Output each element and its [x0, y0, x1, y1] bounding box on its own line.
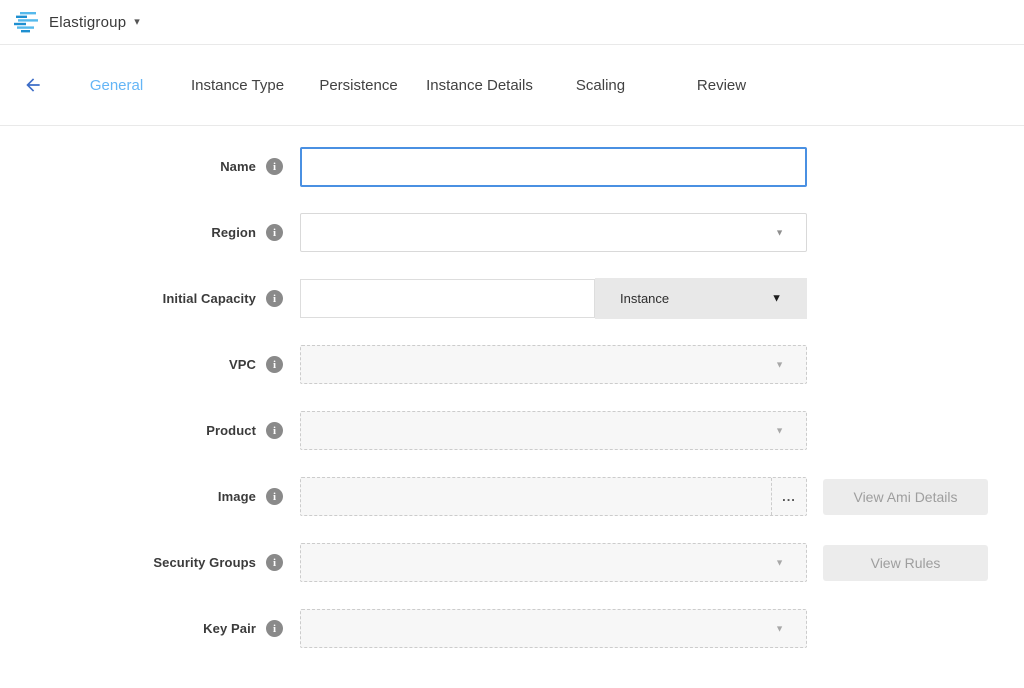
name-input[interactable]: [300, 147, 807, 187]
caret-down-icon: ▼: [771, 293, 782, 304]
initial-capacity-label: Initial Capacity: [163, 291, 256, 306]
tab-instance-type[interactable]: Instance Type: [177, 77, 298, 94]
tab-scaling[interactable]: Scaling: [540, 77, 661, 94]
caret-down-icon: ▼: [775, 228, 784, 237]
view-ami-details-button[interactable]: View Ami Details: [823, 479, 988, 515]
field-row-name: Name i: [0, 147, 1024, 186]
field-row-security-groups: Security Groups i ▼ View Rules: [0, 543, 1024, 582]
caret-down-icon: ▼: [775, 558, 784, 567]
tab-review[interactable]: Review: [661, 77, 782, 94]
caret-down-icon: ▼: [775, 360, 784, 369]
security-groups-info-icon[interactable]: i: [266, 554, 283, 571]
capacity-unit-select[interactable]: Instance ▼: [595, 278, 807, 319]
tab-persistence[interactable]: Persistence: [298, 77, 419, 94]
field-row-vpc: VPC i ▼: [0, 345, 1024, 384]
tab-instance-details[interactable]: Instance Details: [419, 77, 540, 94]
view-rules-button[interactable]: View Rules: [823, 545, 988, 581]
caret-down-icon: ▼: [775, 426, 784, 435]
image-browse-button[interactable]: ...: [771, 478, 806, 515]
image-input-value: [301, 478, 771, 515]
app-name: Elastigroup: [49, 14, 126, 31]
name-label: Name: [220, 159, 256, 174]
back-arrow-icon: [23, 75, 43, 95]
security-groups-select[interactable]: ▼: [300, 543, 807, 582]
image-info-icon[interactable]: i: [266, 488, 283, 505]
image-label: Image: [218, 489, 256, 504]
elastigroup-logo-icon: [14, 12, 40, 33]
tab-general[interactable]: General: [56, 77, 177, 94]
general-form: Name i Region i ▼ Initial Capacity i Ins: [0, 126, 1024, 648]
vpc-info-icon[interactable]: i: [266, 356, 283, 373]
app-switcher[interactable]: Elastigroup ▾: [14, 12, 140, 33]
field-row-image: Image i ... View Ami Details: [0, 477, 1024, 516]
region-label: Region: [211, 225, 256, 240]
product-label: Product: [206, 423, 256, 438]
image-input[interactable]: ...: [300, 477, 807, 516]
key-pair-label: Key Pair: [203, 621, 256, 636]
initial-capacity-info-icon[interactable]: i: [266, 290, 283, 307]
security-groups-label: Security Groups: [153, 555, 256, 570]
key-pair-info-icon[interactable]: i: [266, 620, 283, 637]
initial-capacity-input[interactable]: [300, 279, 595, 318]
field-row-initial-capacity: Initial Capacity i Instance ▼: [0, 279, 1024, 318]
back-button[interactable]: [22, 74, 44, 96]
product-info-icon[interactable]: i: [266, 422, 283, 439]
field-row-region: Region i ▼: [0, 213, 1024, 252]
key-pair-select[interactable]: ▼: [300, 609, 807, 648]
app-caret-down-icon: ▾: [134, 17, 140, 28]
vpc-select[interactable]: ▼: [300, 345, 807, 384]
vpc-label: VPC: [229, 357, 256, 372]
caret-down-icon: ▼: [775, 624, 784, 633]
product-select[interactable]: ▼: [300, 411, 807, 450]
capacity-unit-value: Instance: [620, 291, 669, 306]
top-bar: Elastigroup ▾: [0, 0, 1024, 45]
field-row-key-pair: Key Pair i ▼: [0, 609, 1024, 648]
region-select[interactable]: ▼: [300, 213, 807, 252]
region-info-icon[interactable]: i: [266, 224, 283, 241]
wizard-tabs: General Instance Type Persistence Instan…: [56, 77, 782, 94]
name-info-icon[interactable]: i: [266, 158, 283, 175]
field-row-product: Product i ▼: [0, 411, 1024, 450]
wizard-header: General Instance Type Persistence Instan…: [0, 45, 1024, 126]
